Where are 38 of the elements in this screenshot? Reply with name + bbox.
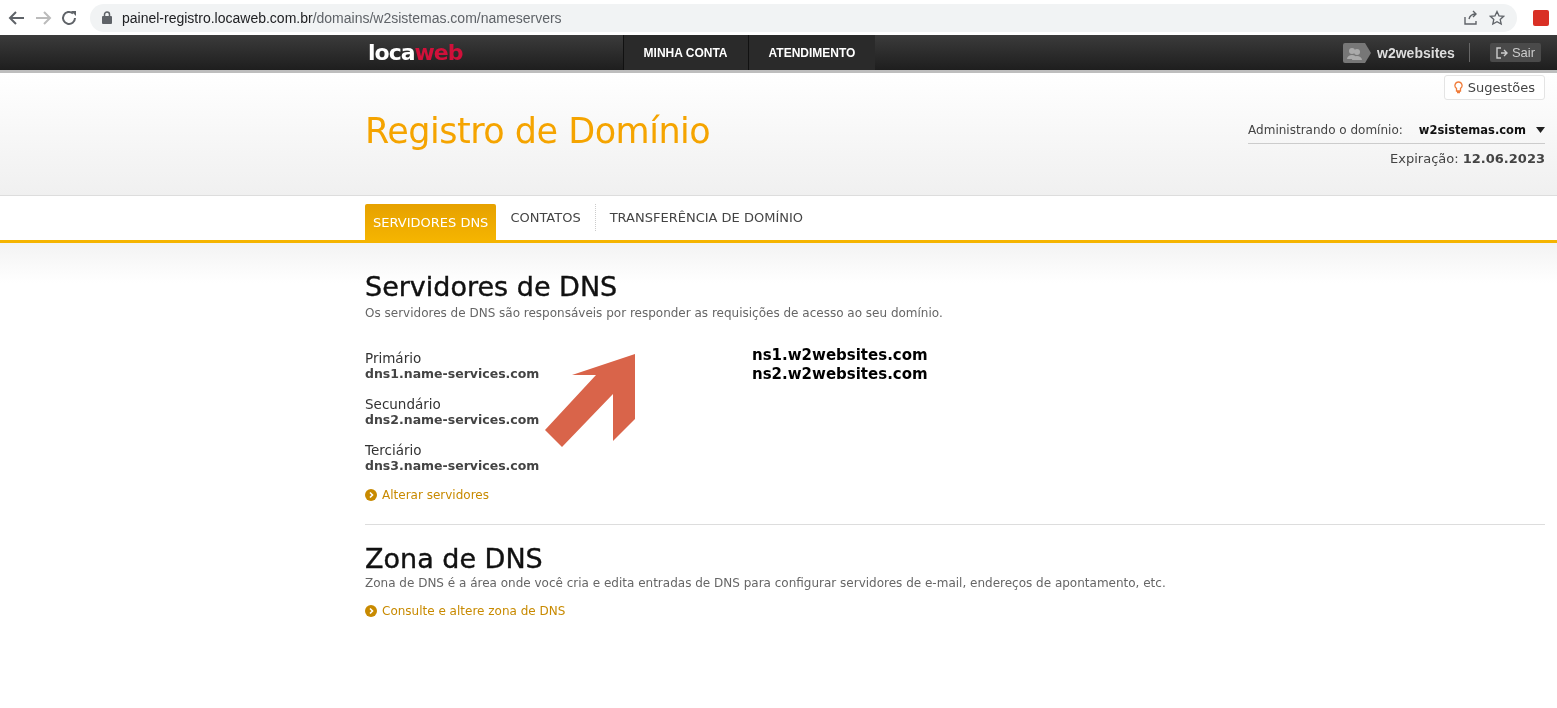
annotation-text: ns1.w2websites.com <box>752 346 928 365</box>
annotation-text: ns2.w2websites.com <box>752 365 928 384</box>
star-icon[interactable] <box>1489 9 1505 26</box>
server-value: dns2.name-services.com <box>365 412 541 427</box>
server-label: Secundário <box>365 396 442 412</box>
lightbulb-icon <box>1453 80 1463 95</box>
reload-icon[interactable] <box>60 8 78 27</box>
chevron-circle-icon <box>365 605 377 617</box>
share-icon[interactable] <box>1463 9 1479 26</box>
expiry-label: Expiração: <box>1390 151 1460 166</box>
page-title: Registro de Domínio <box>365 111 711 153</box>
lock-icon <box>102 11 112 24</box>
nav-link[interactable]: ATENDIMENTO <box>747 35 876 70</box>
users-icon <box>1343 42 1372 63</box>
address-bar[interactable]: painel-registro.locaweb.com.br/domains/w2sistemas.com/nameservers <box>122 9 562 26</box>
server-label: Terciário <box>365 442 423 458</box>
domain-label: Administrando o domínio: <box>1248 123 1403 137</box>
server-value: dns3.name-services.com <box>365 458 541 473</box>
username[interactable]: w2websites <box>1377 44 1455 61</box>
back-icon[interactable] <box>8 8 26 27</box>
section-title: Servidores de DNS <box>365 271 619 302</box>
logout-icon <box>1495 46 1508 59</box>
logo[interactable]: locaweb <box>368 40 463 65</box>
suggestions-button[interactable]: Sugestões <box>1443 75 1545 100</box>
section-description: Zona de DNS é a área onde você cria e edita entradas de DNS para configurar servidores de e-mail, endereços de apontamento, etc. <box>365 576 1167 590</box>
tab[interactable]: CONTATOS <box>496 204 595 231</box>
tab[interactable]: TRANSFERÊNCIA DE DOMÍNIO <box>594 204 817 231</box>
expiry-date: 12.06.2023 <box>1462 151 1545 166</box>
caret-icon <box>1536 127 1545 133</box>
domain-dropdown[interactable]: w2sistemas.com <box>1418 123 1545 137</box>
nav-link[interactable]: MINHA CONTA <box>622 35 748 70</box>
chevron-circle-icon <box>365 489 377 501</box>
section-title: Zona de DNS <box>365 543 544 574</box>
logout-button[interactable]: Sair <box>1489 43 1541 62</box>
section-description: Os servidores de DNS são responsáveis por responder as requisições de acesso ao seu domínio. <box>365 306 944 320</box>
server-label: Primário <box>365 350 423 366</box>
server-value: dns1.name-services.com <box>365 366 541 381</box>
extension-icon[interactable] <box>1533 9 1549 26</box>
